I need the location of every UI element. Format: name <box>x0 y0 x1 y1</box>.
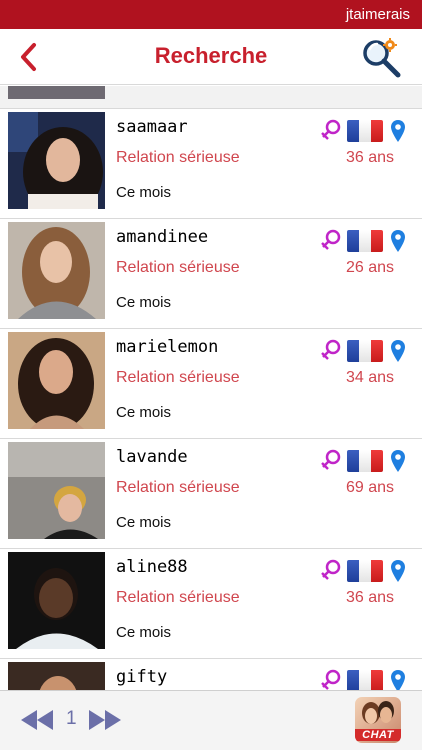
search-settings-icon[interactable] <box>360 37 402 79</box>
profile-last-seen: Ce mois <box>116 294 172 311</box>
profile-photo[interactable] <box>8 662 105 690</box>
profile-username[interactable]: amandinee <box>116 227 208 247</box>
france-flag-icon <box>347 340 383 362</box>
profile-username[interactable]: marielemon <box>116 337 218 357</box>
profile-last-seen: Ce mois <box>116 514 172 531</box>
profile-photo[interactable] <box>8 332 105 429</box>
list-item[interactable]: gifty <box>0 659 422 690</box>
profile-relation: Relation sérieuse <box>116 149 240 166</box>
chat-label: CHAT <box>355 729 401 741</box>
female-symbol-icon <box>321 339 341 360</box>
france-flag-icon <box>347 450 383 472</box>
profile-username[interactable]: lavande <box>116 447 188 467</box>
profile-age: 34 ans <box>346 369 395 386</box>
list-item[interactable]: aline88 Relation sérieuse 36 ans Ce mois <box>0 549 422 659</box>
location-pin-icon[interactable] <box>390 119 406 143</box>
header-bar: Recherche <box>0 29 422 85</box>
profile-relation: Relation sérieuse <box>116 259 240 276</box>
france-flag-icon <box>347 560 383 582</box>
app-brand-label: jtaimerais <box>345 6 410 23</box>
location-pin-icon[interactable] <box>390 669 406 690</box>
profile-last-seen: Ce mois <box>116 404 172 421</box>
location-pin-icon[interactable] <box>390 559 406 583</box>
france-flag-icon <box>347 230 383 252</box>
profile-username[interactable]: aline88 <box>116 557 188 577</box>
profile-age: 26 ans <box>346 259 395 276</box>
list-item[interactable]: marielemon Relation sérieuse 34 ans Ce m… <box>0 329 422 439</box>
profile-last-seen: Ce mois <box>116 184 172 201</box>
profile-username[interactable]: gifty <box>116 667 167 687</box>
page-title: Recherche <box>154 43 268 68</box>
female-symbol-icon <box>321 559 341 580</box>
chat-button[interactable]: CHAT <box>355 697 401 743</box>
next-page-icon[interactable] <box>88 709 122 731</box>
profile-relation: Relation sérieuse <box>116 479 240 496</box>
profile-age: 69 ans <box>346 479 395 496</box>
profile-photo-partial <box>8 86 105 99</box>
profile-username[interactable]: saamaar <box>116 117 188 137</box>
profile-photo[interactable] <box>8 442 105 539</box>
female-symbol-icon <box>321 669 341 690</box>
location-pin-icon[interactable] <box>390 339 406 363</box>
location-pin-icon[interactable] <box>390 449 406 473</box>
profile-photo[interactable] <box>8 222 105 319</box>
current-page-number: 1 <box>66 708 77 729</box>
profile-list[interactable]: saamaar Relation sérieuse 36 ans Ce mois… <box>0 86 422 690</box>
profile-photo[interactable] <box>8 112 105 209</box>
female-symbol-icon <box>321 119 341 140</box>
pagination-bar: 1 CHAT <box>0 690 422 750</box>
profile-age: 36 ans <box>346 149 395 166</box>
previous-page-icon[interactable] <box>20 709 54 731</box>
list-item[interactable]: saamaar Relation sérieuse 36 ans Ce mois <box>0 109 422 219</box>
list-item[interactable]: lavande Relation sérieuse 69 ans Ce mois <box>0 439 422 549</box>
france-flag-icon <box>347 120 383 142</box>
profile-last-seen: Ce mois <box>116 624 172 641</box>
location-pin-icon[interactable] <box>390 229 406 253</box>
female-symbol-icon <box>321 449 341 470</box>
list-item[interactable]: amandinee Relation sérieuse 26 ans Ce mo… <box>0 219 422 329</box>
france-flag-icon <box>347 670 383 690</box>
status-bar: jtaimerais <box>0 0 422 29</box>
profile-age: 36 ans <box>346 589 395 606</box>
profile-relation: Relation sérieuse <box>116 369 240 386</box>
profile-relation: Relation sérieuse <box>116 589 240 606</box>
female-symbol-icon <box>321 229 341 250</box>
profile-photo[interactable] <box>8 552 105 649</box>
